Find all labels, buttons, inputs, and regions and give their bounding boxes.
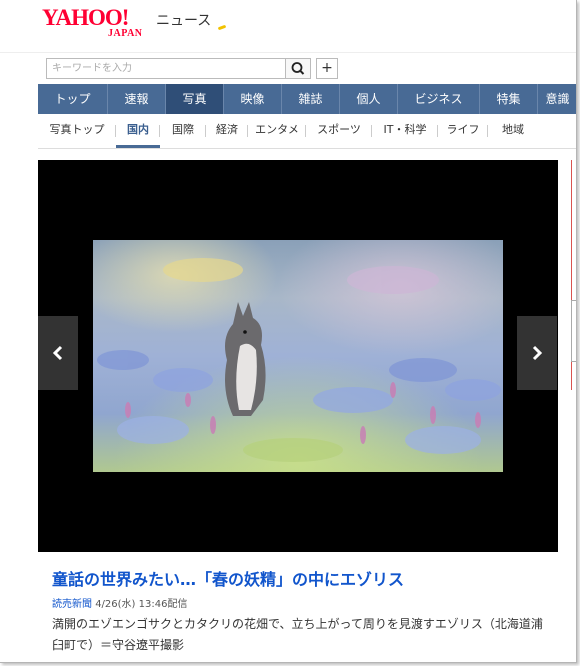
photo-caption: 満開のエゾエンゴサクとカタクリの花畑で、立ち上がって周りを見渡すエゾリス（北海道… bbox=[52, 617, 543, 652]
sub-nav-item[interactable]: 経済 bbox=[206, 114, 248, 148]
main-nav-item[interactable]: 写真 bbox=[166, 84, 224, 114]
article-source[interactable]: 読売新聞 bbox=[52, 599, 92, 610]
main-nav-item[interactable]: 意識 bbox=[538, 84, 576, 114]
main-nav-item[interactable]: 特集 bbox=[480, 84, 538, 114]
sub-nav-item[interactable]: 写真トップ bbox=[38, 114, 116, 148]
side-panel-edge-box bbox=[571, 300, 576, 362]
sub-nav-item[interactable]: スポーツ bbox=[306, 114, 372, 148]
search-input[interactable]: キーワードを入力 bbox=[46, 58, 289, 79]
photo-squirrel-in-flowers[interactable] bbox=[93, 240, 503, 472]
sub-nav-item[interactable]: エンタメ bbox=[248, 114, 306, 148]
sub-nav-item[interactable]: 国際 bbox=[160, 114, 206, 148]
sub-nav: 写真トップ 国内 国際 経済 エンタメ スポーツ IT・科学 ライフ 地域 bbox=[38, 114, 576, 149]
article-date: 4/26(水) 13:46配信 bbox=[95, 599, 188, 610]
main-nav-item[interactable]: 映像 bbox=[224, 84, 282, 114]
sub-nav-item[interactable]: 地域 bbox=[488, 114, 538, 148]
main-nav-item[interactable]: 速報 bbox=[108, 84, 166, 114]
next-photo-button[interactable] bbox=[517, 316, 557, 390]
sub-nav-label: 地域 bbox=[502, 123, 524, 136]
main-nav-item[interactable]: トップ bbox=[38, 84, 108, 114]
main-nav-item[interactable]: 雑誌 bbox=[282, 84, 340, 114]
add-button[interactable]: + bbox=[316, 58, 338, 79]
sub-nav-label: エンタメ bbox=[255, 123, 299, 136]
main-nav-item[interactable]: 個人 bbox=[340, 84, 398, 114]
chevron-left-icon bbox=[52, 345, 63, 361]
site-header: YAHOO! JAPAN ニュース bbox=[0, 0, 576, 52]
sub-nav-label: 写真トップ bbox=[49, 123, 105, 136]
section-title[interactable]: ニュース bbox=[156, 10, 211, 30]
search-icon bbox=[291, 62, 305, 75]
search-bar: キーワードを入力 + bbox=[0, 52, 576, 85]
prev-photo-button[interactable] bbox=[38, 316, 78, 390]
main-nav-item[interactable]: ビジネス bbox=[398, 84, 480, 114]
yahoo-logo[interactable]: YAHOO! JAPAN bbox=[42, 5, 142, 40]
decoration-mark bbox=[217, 24, 227, 31]
search-button[interactable] bbox=[285, 58, 311, 79]
article-headline[interactable]: 童話の世界みたい…「春の妖精」の中にエゾリス bbox=[52, 566, 404, 590]
main-nav: トップ 速報 写真 映像 雑誌 個人 ビジネス 特集 意識 bbox=[38, 84, 576, 114]
chevron-right-icon bbox=[532, 345, 543, 361]
logo-sub-text: JAPAN bbox=[108, 28, 143, 39]
sub-nav-label: 国際 bbox=[172, 123, 194, 136]
sub-nav-label: 経済 bbox=[216, 123, 238, 136]
sub-nav-label: 国内 bbox=[127, 123, 149, 136]
sub-nav-label: ライフ bbox=[446, 123, 480, 136]
sub-nav-label: スポーツ bbox=[317, 123, 361, 136]
sub-nav-item[interactable]: IT・科学 bbox=[372, 114, 438, 148]
sub-nav-item[interactable]: 国内 bbox=[116, 114, 160, 148]
logo-text: YAHOO! bbox=[42, 5, 129, 30]
article-meta: 読売新聞 4/26(水) 13:46配信 bbox=[52, 595, 187, 610]
sub-nav-item[interactable]: ライフ bbox=[438, 114, 488, 148]
photo-image bbox=[93, 240, 503, 472]
sub-nav-label: IT・科学 bbox=[383, 123, 427, 136]
browser-frame: YAHOO! JAPAN ニュース キーワードを入力 + トップ 速報 写真 映像 雑誌… bbox=[0, 0, 577, 663]
